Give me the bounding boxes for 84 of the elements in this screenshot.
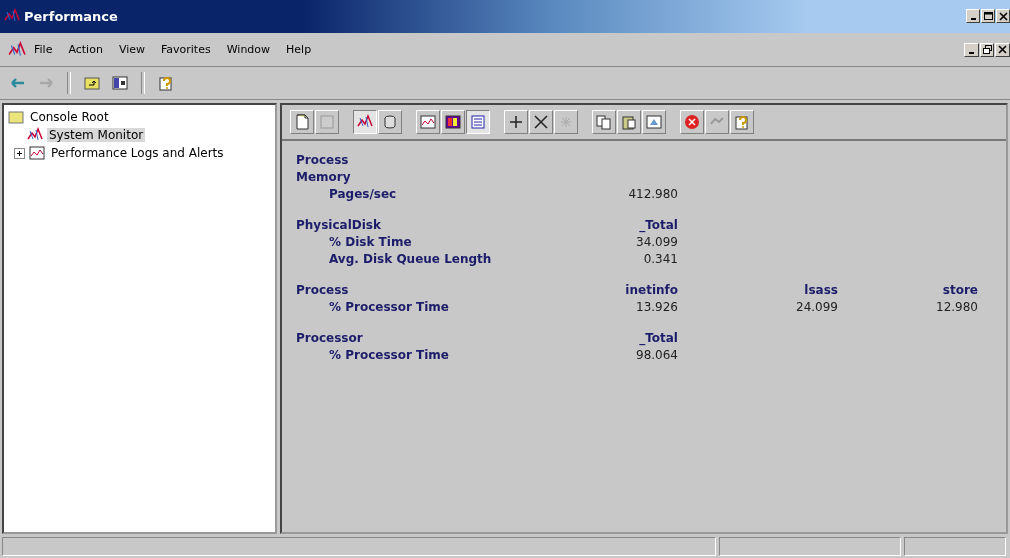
help-icon xyxy=(158,75,174,91)
restore-button[interactable] xyxy=(979,42,995,57)
help-button[interactable] xyxy=(730,110,754,134)
report-button[interactable] xyxy=(466,110,490,134)
cylinder-button[interactable] xyxy=(378,110,402,134)
report-icon xyxy=(470,114,486,130)
stop-button[interactable] xyxy=(680,110,704,134)
freeze-button[interactable] xyxy=(705,110,729,134)
tree-item[interactable]: System Monitor xyxy=(47,128,146,142)
stop-icon xyxy=(684,114,700,130)
paste-button[interactable] xyxy=(617,110,641,134)
instance-name: _Total xyxy=(638,217,678,234)
new-page-button[interactable] xyxy=(290,110,314,134)
highlight-button[interactable] xyxy=(554,110,578,134)
object-name: Process xyxy=(296,282,350,299)
counter-value: 12.980 xyxy=(935,299,978,316)
histogram-button[interactable] xyxy=(441,110,465,134)
new-page-icon xyxy=(294,114,310,130)
chart-button[interactable] xyxy=(353,110,377,134)
close-icon xyxy=(998,11,1008,21)
close-button[interactable] xyxy=(995,42,1010,57)
expand-icon[interactable] xyxy=(14,147,25,159)
maximize-icon xyxy=(983,11,993,21)
graph-icon xyxy=(420,114,436,130)
copy-icon xyxy=(596,114,612,130)
monitor-icon xyxy=(27,127,43,143)
close-button[interactable] xyxy=(996,9,1010,23)
counter-value: 98.064 xyxy=(635,347,678,364)
up-folder-icon xyxy=(84,75,100,91)
cylinder-icon xyxy=(382,114,398,130)
menu-item[interactable]: Action xyxy=(60,41,111,58)
properties-button[interactable] xyxy=(642,110,666,134)
menu-item[interactable]: Help xyxy=(278,41,320,58)
blank-button[interactable] xyxy=(315,110,339,134)
graph-button[interactable] xyxy=(416,110,440,134)
report-header: Process xyxy=(296,153,350,167)
instance-name: store xyxy=(941,282,978,299)
properties-icon xyxy=(646,114,662,130)
restore-icon xyxy=(982,45,992,54)
copy-button[interactable] xyxy=(592,110,616,134)
add-button[interactable] xyxy=(504,110,528,134)
app-icon xyxy=(4,8,20,24)
blank-icon xyxy=(319,114,335,130)
highlight-icon xyxy=(558,114,574,130)
counter-name: Avg. Disk Queue Length xyxy=(328,251,493,268)
counter-name: % Disk Time xyxy=(328,234,413,251)
tree-item[interactable]: Performance Logs and Alerts xyxy=(49,146,226,160)
folder-icon xyxy=(8,109,24,125)
counter-name: Pages/sec xyxy=(328,186,398,203)
instance-name: lsass xyxy=(803,282,838,299)
minimize-icon xyxy=(970,18,976,20)
menu-item[interactable]: Favorites xyxy=(153,41,219,58)
instance-name: _Total xyxy=(638,330,678,347)
delete-button[interactable] xyxy=(529,110,553,134)
menu-item[interactable]: View xyxy=(110,41,153,58)
tree-item[interactable]: Console Root xyxy=(28,110,111,124)
maximize-button[interactable] xyxy=(981,9,995,23)
console-icon xyxy=(8,40,26,59)
paste-icon xyxy=(621,114,637,130)
minimize-button[interactable] xyxy=(964,42,979,57)
histogram-icon xyxy=(445,114,461,130)
close-icon xyxy=(998,45,1008,54)
instance-name: inetinfo xyxy=(624,282,678,299)
counter-name: % Processor Time xyxy=(328,347,450,364)
menu-item[interactable]: File xyxy=(26,41,61,58)
object-name: Memory xyxy=(296,169,352,186)
log-icon xyxy=(29,145,45,161)
delete-icon xyxy=(533,114,549,130)
minimize-button[interactable] xyxy=(966,9,980,23)
counter-value: 412.980 xyxy=(627,186,678,203)
add-icon xyxy=(508,114,524,130)
counter-value: 34.099 xyxy=(635,234,678,251)
minimize-icon xyxy=(968,51,974,54)
console-tree-icon xyxy=(112,75,128,91)
menu-item[interactable]: Window xyxy=(218,41,279,58)
object-name: Processor xyxy=(296,330,364,347)
window-title: Performance xyxy=(24,8,119,24)
counter-value: 13.926 xyxy=(635,299,678,316)
object-name: PhysicalDisk xyxy=(296,217,382,234)
counter-value: 0.341 xyxy=(642,251,678,268)
chart-icon xyxy=(357,114,373,130)
help-icon xyxy=(734,114,750,130)
counter-name: % Processor Time xyxy=(328,299,450,316)
counter-value: 24.099 xyxy=(795,299,838,316)
